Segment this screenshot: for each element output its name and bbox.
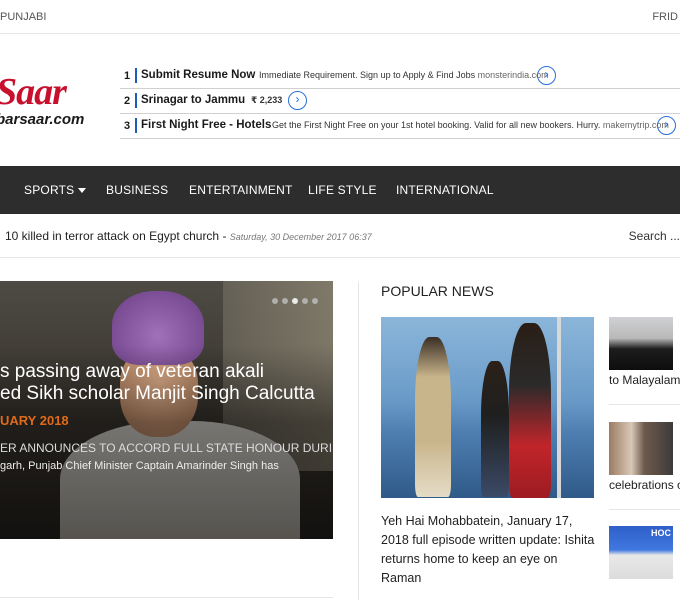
sponsored-ads: 1 Submit Resume Now Immediate Requiremen… [120, 64, 680, 139]
side-news-title[interactable]: to Malayalam i [609, 373, 680, 387]
logo-domain-text: barsaar.com [0, 111, 85, 128]
popular-feature-title[interactable]: Yeh Hai Mohabbatein, January 17, 2018 fu… [381, 512, 596, 588]
ad-price: ₹ 2,233 [251, 95, 283, 105]
slider-dot[interactable] [282, 298, 288, 304]
ad-description: Immediate Requirement. Sign up to Apply … [259, 70, 549, 80]
image-person [415, 337, 451, 497]
slider-dot[interactable] [312, 298, 318, 304]
search-input[interactable]: Search ... [629, 229, 680, 243]
slide-overlay [0, 281, 333, 539]
popular-news-heading: POPULAR NEWS [381, 283, 494, 299]
ad-item[interactable]: 1 Submit Resume Now Immediate Requiremen… [120, 64, 680, 89]
side-news-thumbnail[interactable] [609, 422, 673, 475]
slide-date: UARY 2018 [0, 413, 69, 428]
ad-go-arrow-icon[interactable]: › [657, 116, 676, 135]
ad-title[interactable]: Submit Resume Now [141, 69, 255, 81]
slider-pagination [272, 291, 322, 309]
slider-dot-active[interactable] [292, 298, 298, 304]
nav-item-entertainment[interactable]: ENTERTAINMENT [189, 183, 293, 197]
image-mast [557, 317, 561, 498]
nav-item-international[interactable]: INTERNATIONAL [396, 183, 494, 197]
slide-headline-line1[interactable]: s passing away of veteran akali [0, 361, 264, 383]
logo-main-text: Saar [0, 71, 67, 113]
ad-number: 1 [124, 70, 131, 82]
ad-divider [135, 93, 137, 108]
ad-title[interactable]: First Night Free - Hotels [141, 119, 271, 131]
ticker-date: Saturday, 30 December 2017 06:37 [229, 232, 372, 242]
ad-divider [135, 118, 137, 133]
slide-headline-line2[interactable]: ed Sikh scholar Manjit Singh Calcutta [0, 383, 315, 405]
column-divider [358, 282, 359, 600]
language-link-punjabi[interactable]: PUNJABI [0, 11, 46, 23]
slider-dot[interactable] [302, 298, 308, 304]
ad-number: 3 [124, 120, 131, 132]
image-person [509, 323, 551, 498]
ticker-headline[interactable]: 10 killed in terror attack on Egypt chur… [5, 229, 372, 243]
ad-item[interactable]: 2 Srinagar to Jammu ₹ 2,233 › [120, 89, 680, 114]
ad-divider [135, 68, 137, 83]
image-person [481, 361, 509, 497]
slide-excerpt: garh, Punjab Chief Minister Captain Amar… [0, 460, 279, 472]
nav-item-business[interactable]: BUSINESS [106, 183, 168, 197]
ad-description: Get the First Night Free on your 1st hot… [272, 120, 669, 130]
site-logo[interactable]: Saar barsaar.com [0, 70, 96, 130]
ad-title[interactable]: Srinagar to Jammu [141, 94, 245, 106]
thumbnail-text: HOC [651, 528, 671, 538]
side-news-thumbnail[interactable] [609, 317, 673, 370]
divider [609, 404, 680, 405]
side-news-title[interactable]: celebrations of [609, 478, 680, 492]
slider-dot[interactable] [272, 298, 278, 304]
ad-item[interactable]: 3 First Night Free - Hotels Get the Firs… [120, 114, 680, 139]
ad-go-arrow-icon[interactable]: › [537, 66, 556, 85]
side-news-thumbnail[interactable]: HOC [609, 526, 673, 579]
divider [0, 597, 333, 598]
nav-item-sports[interactable]: SPORTS [24, 183, 87, 197]
date-text: FRID [652, 11, 678, 23]
popular-feature-image[interactable] [381, 317, 594, 498]
slide-subheading: ER ANNOUNCES TO ACCORD FULL STATE HONOUR… [0, 441, 333, 455]
chevron-down-icon [78, 188, 87, 194]
divider [609, 509, 680, 510]
ad-go-arrow-icon[interactable]: › [288, 91, 307, 110]
ad-number: 2 [124, 95, 131, 107]
featured-slider[interactable]: s passing away of veteran akali ed Sikh … [0, 281, 333, 539]
main-nav: SPORTS BUSINESS ENTERTAINMENT LIFE STYLE… [0, 166, 680, 214]
news-ticker: 10 killed in terror attack on Egypt chur… [0, 214, 680, 258]
top-bar: PUNJABI FRID [0, 0, 680, 34]
nav-item-life-style[interactable]: LIFE STYLE [308, 183, 377, 197]
